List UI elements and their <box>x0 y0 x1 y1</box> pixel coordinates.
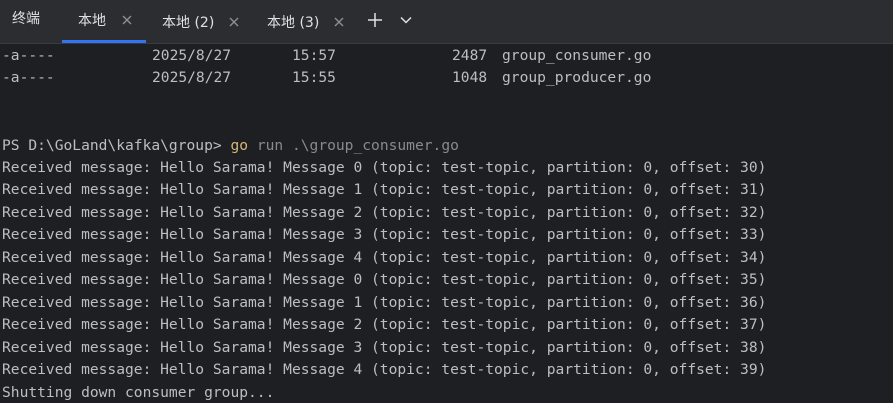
file-size: 1048 <box>452 69 488 86</box>
tab-list-dropdown-button[interactable] <box>394 8 418 32</box>
output-line: Received message: Hello Sarama! Message … <box>2 181 767 198</box>
output-line: Received message: Hello Sarama! Message … <box>2 226 767 243</box>
terminal-output[interactable]: -a---- 2025/8/27 15:57 2487 group_consum… <box>0 44 893 403</box>
output-line: Shutting down consumer group... <box>2 384 275 401</box>
output-line: Received message: Hello Sarama! Message … <box>2 361 767 378</box>
output-line: Received message: Hello Sarama! Message … <box>2 159 767 176</box>
tab-bar: 终端 本地 本地 (2) 本地 (3) <box>0 0 893 44</box>
file-name: group_producer.go <box>502 69 652 86</box>
file-size: 2487 <box>452 47 488 64</box>
command-arguments: run .\group_consumer.go <box>248 137 459 154</box>
listing-row: -a---- 2025/8/27 15:55 1048 group_produc… <box>2 67 892 89</box>
file-date: 2025/8/27 <box>152 47 232 64</box>
file-date: 2025/8/27 <box>152 69 232 86</box>
tool-window-title: 终端 <box>12 11 40 27</box>
plus-icon <box>367 12 383 28</box>
output-line: Received message: Hello Sarama! Message … <box>2 294 767 311</box>
close-icon[interactable] <box>120 13 134 27</box>
tab-label: 本地 <box>78 13 106 29</box>
tab-label: 本地 (2) <box>162 14 215 31</box>
output-line: Received message: Hello Sarama! Message … <box>2 249 767 266</box>
tab-local-2[interactable]: 本地 (2) <box>148 0 248 43</box>
output-line: Received message: Hello Sarama! Message … <box>2 316 767 333</box>
file-time: 15:57 <box>292 47 336 64</box>
new-tab-button[interactable] <box>363 8 387 32</box>
listing-row: -a---- 2025/8/27 15:57 2487 group_consum… <box>2 45 892 67</box>
output-line: Received message: Hello Sarama! Message … <box>2 339 767 356</box>
close-icon[interactable] <box>227 15 241 29</box>
output-line: Received message: Hello Sarama! Message … <box>2 271 767 288</box>
command-line: PS D:\GoLand\kafka\group> go run .\group… <box>2 135 459 157</box>
file-mode: -a---- <box>2 47 55 64</box>
file-name: group_consumer.go <box>502 47 652 64</box>
tab-local[interactable]: 本地 <box>62 0 146 43</box>
tab-label: 本地 (3) <box>267 14 320 31</box>
tab-local-3[interactable]: 本地 (3) <box>252 0 356 43</box>
chevron-down-icon <box>399 15 413 25</box>
command-keyword: go <box>230 137 249 154</box>
shell-prompt: PS D:\GoLand\kafka\group> <box>2 137 231 154</box>
close-icon[interactable] <box>332 15 346 29</box>
file-mode: -a---- <box>2 69 55 86</box>
file-time: 15:55 <box>292 69 336 86</box>
terminal-tool-window: 终端 本地 本地 (2) 本地 (3) -a---- 2025/8/27 15:… <box>0 0 893 403</box>
output-line: Received message: Hello Sarama! Message … <box>2 204 767 221</box>
